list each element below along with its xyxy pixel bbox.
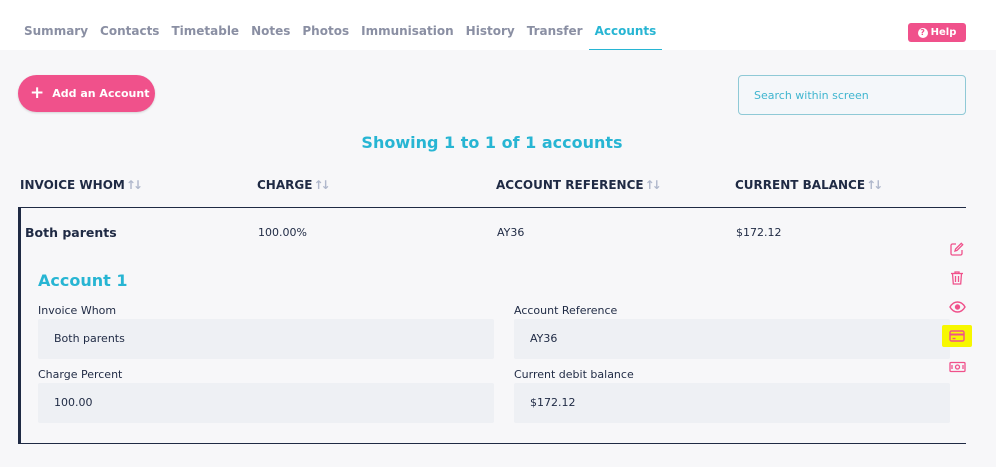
sort-icon: ↑↓ xyxy=(313,178,330,192)
column-header-label: CHARGE xyxy=(257,178,313,192)
column-header-label: ACCOUNT REFERENCE xyxy=(496,178,644,192)
money-icon xyxy=(948,361,966,373)
search-input[interactable] xyxy=(738,75,966,115)
view-button[interactable] xyxy=(942,296,972,318)
tab-photos[interactable]: Photos xyxy=(296,16,355,50)
table-header: INVOICE WHOM ↑↓ CHARGE ↑↓ ACCOUNT REFERENC… xyxy=(20,178,966,200)
payment-button[interactable] xyxy=(942,325,972,347)
tab-accounts[interactable]: Accounts xyxy=(588,16,663,50)
help-label: Help xyxy=(930,27,957,38)
column-header-label: INVOICE WHOM xyxy=(20,178,125,192)
add-account-label: Add an Account xyxy=(52,87,150,100)
tab-notes[interactable]: Notes xyxy=(245,16,296,50)
column-header-invoice-whom[interactable]: INVOICE WHOM ↑↓ xyxy=(20,178,143,192)
edit-button[interactable] xyxy=(942,238,972,260)
charge-percent-label: Charge Percent xyxy=(38,368,123,381)
tab-timetable[interactable]: Timetable xyxy=(165,16,245,50)
tab-transfer[interactable]: Transfer xyxy=(521,16,589,50)
help-button[interactable]: ? Help xyxy=(908,23,966,42)
tab-immunisation[interactable]: Immunisation xyxy=(355,16,460,50)
current-debit-balance-field: $172.12 xyxy=(514,383,950,423)
cell-invoice-whom: Both parents xyxy=(25,225,117,240)
invoice-whom-label: Invoice Whom xyxy=(38,304,117,317)
invoice-whom-field: Both parents xyxy=(38,319,494,359)
tab-bar: Summary Contacts Timetable Notes Photos … xyxy=(18,16,663,50)
edit-icon xyxy=(950,242,964,256)
cell-current-balance: $172.12 xyxy=(736,226,782,239)
charge-percent-field: 100.00 xyxy=(38,383,494,423)
column-header-charge[interactable]: CHARGE ↑↓ xyxy=(257,178,331,192)
accounts-panel: + Add an Account Showing 1 to 1 of 1 acc… xyxy=(0,50,996,467)
account-reference-field: AY36 xyxy=(514,319,950,359)
column-header-account-reference[interactable]: ACCOUNT REFERENCE ↑↓ xyxy=(496,178,662,192)
add-account-button[interactable]: + Add an Account xyxy=(18,75,155,112)
credit-card-icon xyxy=(949,330,965,342)
results-summary: Showing 1 to 1 of 1 accounts xyxy=(361,133,623,152)
tab-history[interactable]: History xyxy=(460,16,521,50)
cell-account-reference: AY36 xyxy=(497,226,525,239)
column-header-current-balance[interactable]: CURRENT BALANCE ↑↓ xyxy=(735,178,883,192)
account-detail-title: Account 1 xyxy=(38,271,128,290)
sort-icon: ↑↓ xyxy=(125,178,143,192)
trash-icon xyxy=(951,271,963,285)
eye-icon xyxy=(948,301,966,313)
tab-contacts[interactable]: Contacts xyxy=(94,16,165,50)
cell-charge: 100.00% xyxy=(258,226,307,239)
table-row[interactable]: Both parents 100.00% AY36 $172.12 Accoun… xyxy=(18,207,966,444)
plus-icon: + xyxy=(30,83,45,103)
tab-summary[interactable]: Summary xyxy=(18,16,94,50)
account-reference-label: Account Reference xyxy=(514,304,618,317)
column-header-label: CURRENT BALANCE xyxy=(735,178,866,192)
sort-icon: ↑↓ xyxy=(866,178,883,192)
delete-button[interactable] xyxy=(942,267,972,289)
current-debit-balance-label: Current debit balance xyxy=(514,368,634,381)
question-circle-icon: ? xyxy=(917,27,928,38)
cash-button[interactable] xyxy=(942,356,972,378)
sort-icon: ↑↓ xyxy=(644,178,662,192)
top-bar: Summary Contacts Timetable Notes Photos … xyxy=(0,0,996,50)
